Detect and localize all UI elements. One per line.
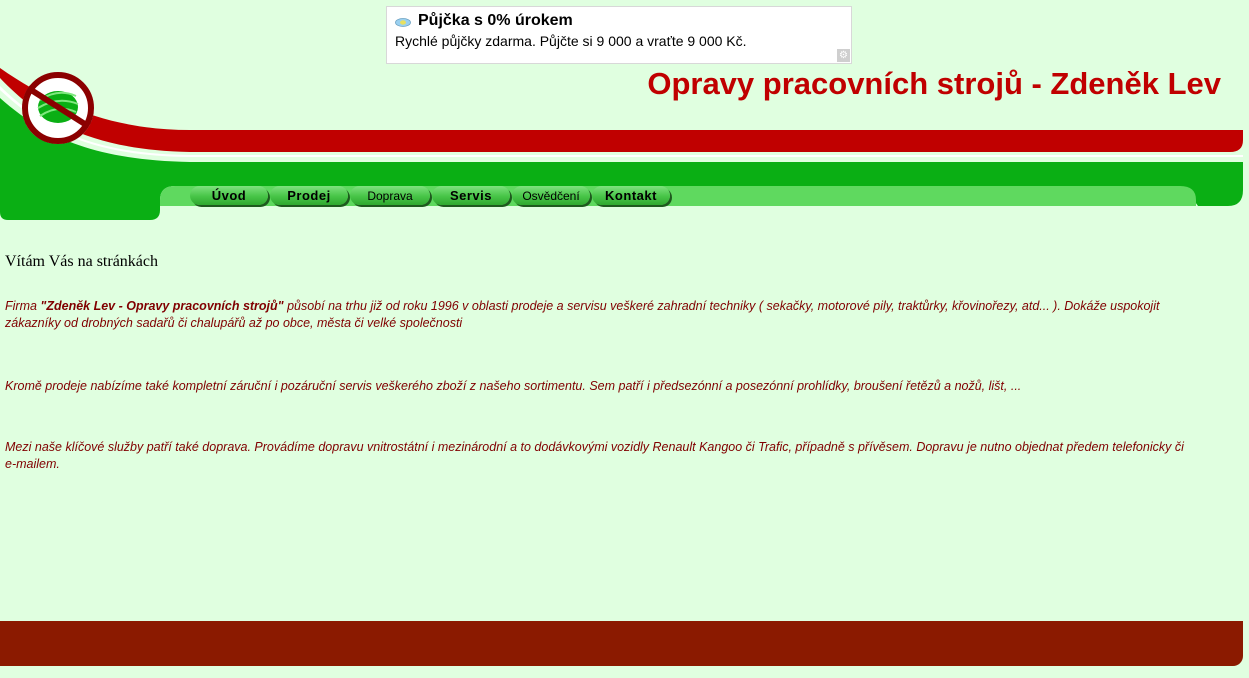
nav-doprava-button[interactable]: Doprava [350, 186, 430, 205]
transport-paragraph: Mezi naše klíčové služby patří také dopr… [5, 440, 1184, 471]
site-title: Opravy pracovních strojů - Zdeněk Lev [647, 66, 1221, 101]
money-icon [395, 18, 411, 27]
nav-prodej-button[interactable]: Prodej [270, 186, 348, 205]
intro-prefix: Firma [5, 299, 41, 313]
green-leaf-circle-logo [22, 72, 94, 144]
company-name: "Zdeněk Lev - Opravy pracovních strojů" [40, 299, 284, 313]
ad-text[interactable]: Rychlé půjčky zdarma. Půjčte si 9 000 a … [395, 33, 747, 49]
nav-servis-button[interactable]: Servis [432, 186, 510, 205]
intro-paragraph: Firma "Zdeněk Lev - Opravy pracovních st… [5, 298, 1195, 332]
footer-bar [0, 621, 1243, 666]
welcome-heading: Vítám Vás na stránkách [5, 253, 158, 270]
main-nav: Úvod Prodej Doprava Servis Osvědčení Kon… [190, 186, 670, 206]
nav-uvod-button[interactable]: Úvod [190, 186, 268, 205]
nav-kontakt-button[interactable]: Kontakt [592, 186, 670, 205]
service-paragraph: Kromě prodeje nabízíme také kompletní zá… [5, 379, 1022, 393]
ad-title[interactable]: Půjčka s 0% úrokem [418, 12, 573, 30]
nav-osvedceni-button[interactable]: Osvědčení [512, 186, 590, 205]
ad-banner[interactable]: Půjčka s 0% úrokem Rychlé půjčky zdarma.… [386, 6, 852, 64]
